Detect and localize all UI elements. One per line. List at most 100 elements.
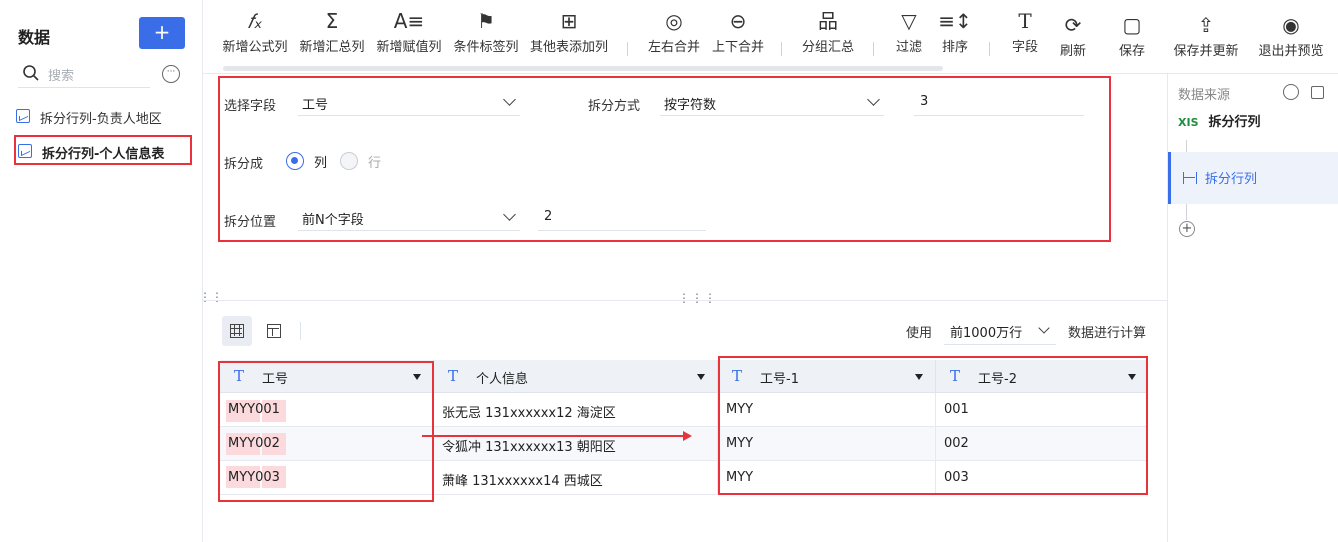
data-source-panel: 数据来源 XIS 拆分行列 拆分行列 + xyxy=(1167,74,1338,542)
position-n-input[interactable]: 2 xyxy=(538,205,706,231)
sidebar-search-input[interactable]: 搜索 xyxy=(18,60,150,88)
add-data-button[interactable]: + xyxy=(139,17,185,49)
select-field-dropdown[interactable]: 工号 xyxy=(298,90,520,116)
hierarchy-icon: 品 xyxy=(818,9,838,33)
split-into-column-radio[interactable] xyxy=(286,152,304,170)
split-into-row-radio[interactable] xyxy=(340,152,358,170)
search-icon xyxy=(23,65,39,81)
merge-lr-icon: ◎ xyxy=(665,9,683,33)
toolbar-divider xyxy=(873,42,874,56)
sidebar-item-label: 拆分行列-负责人地区 xyxy=(40,112,162,127)
split-position-dropdown[interactable]: 前N个字段 xyxy=(298,205,520,231)
sigma-icon: Σ xyxy=(325,9,339,33)
chart-table-icon xyxy=(16,109,30,123)
exit-and-preview-button[interactable]: ◉ 退出并预览 xyxy=(1252,10,1330,70)
step-connector xyxy=(1186,140,1187,152)
arrow-annotation xyxy=(422,431,692,441)
assign-icon: A≡ xyxy=(393,9,425,33)
save-and-update-button[interactable]: ⇪ 保存并更新 xyxy=(1168,10,1244,70)
flag-icon: ⚑ xyxy=(477,9,495,33)
condition-tag-column-button[interactable]: ⚑ 条件标签列 xyxy=(452,6,520,66)
add-formula-column-button[interactable]: 𝑓ₓ 新增公式列 xyxy=(221,6,289,66)
split-config-panel: 选择字段 工号 拆分方式 按字符数 3 拆分成 列 行 拆分位置 前N个字段 2 xyxy=(218,76,1111,242)
grid-icon xyxy=(230,324,244,338)
toolbar-scrollbar[interactable] xyxy=(223,66,943,71)
grid-view-button[interactable] xyxy=(222,316,252,346)
split-method-label: 拆分方式 xyxy=(588,99,641,114)
sidebar-resize-handle[interactable]: ⋮⋮ xyxy=(199,290,223,304)
save-icon: ▢ xyxy=(1122,13,1142,37)
source-column-highlight-box xyxy=(218,361,434,502)
split-into-label: 拆分成 xyxy=(224,157,264,172)
split-icon xyxy=(1183,172,1197,184)
merge-left-right-button[interactable]: ◎ 左右合并 xyxy=(643,6,705,66)
sort-icon: ≡↕ xyxy=(938,9,972,33)
app-root: 数据 + 搜索 ··· 拆分行列-负责人地区 拆分行列-个人信息表 ⋮⋮ 𝑓ₓ … xyxy=(0,0,1338,542)
panel-resize-handle[interactable]: ⋮⋮⋮ xyxy=(678,291,717,305)
sidebar-item-personal-info[interactable]: 拆分行列-个人信息表 xyxy=(14,135,192,165)
source-table[interactable]: XIS 拆分行列 xyxy=(1178,111,1261,130)
chevron-down-icon xyxy=(867,93,880,106)
step-connector xyxy=(1186,204,1187,220)
history-icon[interactable] xyxy=(1283,84,1299,100)
save-button[interactable]: ▢ 保存 xyxy=(1113,10,1151,70)
text-field-icon: T xyxy=(1018,9,1032,33)
split-position-label: 拆分位置 xyxy=(224,215,277,230)
sidebar-title: 数据 xyxy=(18,28,51,47)
save-update-icon: ⇪ xyxy=(1197,13,1215,37)
layout-icon xyxy=(267,324,281,338)
add-summary-column-button[interactable]: Σ 新增汇总列 xyxy=(298,6,366,66)
filter-button[interactable]: ▽ 过滤 xyxy=(889,6,929,66)
radio-row-label: 行 xyxy=(368,156,382,171)
panel-divider xyxy=(203,300,1167,301)
result-columns-highlight-box xyxy=(718,356,1148,495)
excel-icon: XIS xyxy=(1178,116,1199,129)
toolbar-divider xyxy=(989,42,990,56)
chevron-down-icon xyxy=(503,208,516,221)
split-method-dropdown[interactable]: 按字符数 xyxy=(660,90,884,116)
data-sidebar: 数据 + 搜索 ··· 拆分行列-负责人地区 拆分行列-个人信息表 xyxy=(0,0,203,542)
add-assign-column-button[interactable]: A≡ 新增赋值列 xyxy=(375,6,443,66)
chart-table-icon xyxy=(18,144,32,158)
formula-icon: 𝑓ₓ xyxy=(247,9,263,33)
toolbar-divider xyxy=(781,42,782,56)
calc-label: 数据进行计算 xyxy=(1068,326,1147,341)
sidebar-item-responsible-region[interactable]: 拆分行列-负责人地区 xyxy=(14,102,192,130)
field-button[interactable]: T 字段 xyxy=(1005,6,1045,66)
chevron-down-icon xyxy=(503,93,516,106)
text-type-icon: T xyxy=(448,367,459,385)
sort-button[interactable]: ≡↕ 排序 xyxy=(935,6,975,66)
select-field-label: 选择字段 xyxy=(224,99,277,114)
table-add-icon: ⊞ xyxy=(560,9,578,33)
more-options-icon[interactable]: ··· xyxy=(162,65,180,83)
caret-down-icon[interactable] xyxy=(697,374,705,380)
step-split-rows-columns[interactable]: 拆分行列 xyxy=(1168,152,1338,204)
filter-icon: ▽ xyxy=(901,9,917,33)
row-limit-dropdown[interactable]: 前1000万行 xyxy=(944,317,1056,345)
toolbar: 𝑓ₓ 新增公式列 Σ 新增汇总列 A≡ 新增赋值列 ⚑ 条件标签列 ⊞ 其他表添… xyxy=(203,0,1167,74)
group-summary-button[interactable]: 品 分组汇总 xyxy=(797,6,859,66)
add-step-icon[interactable]: + xyxy=(1179,221,1195,237)
sidebar-item-label: 拆分行列-个人信息表 xyxy=(42,147,165,162)
data-source-title: 数据来源 xyxy=(1178,88,1231,103)
page-actions: ⟳ 刷新 ▢ 保存 ⇪ 保存并更新 ◉ 退出并预览 xyxy=(1046,0,1338,74)
column-header-personal-info[interactable]: T 个人信息 xyxy=(434,360,718,393)
table-cell[interactable]: 令狐冲 131xxxxxx13 朝阳区 xyxy=(434,427,718,461)
refresh-icon: ⟳ xyxy=(1064,13,1082,37)
table-cell[interactable]: 萧峰 131xxxxxx14 西城区 xyxy=(434,461,718,495)
view-divider xyxy=(300,322,301,340)
search-placeholder: 搜索 xyxy=(48,69,75,84)
layout-view-button[interactable] xyxy=(259,316,289,346)
merge-top-bottom-button[interactable]: ⊖ 上下合并 xyxy=(707,6,769,66)
switch-icon[interactable] xyxy=(1311,86,1324,99)
char-count-input[interactable]: 3 xyxy=(914,90,1084,116)
eye-icon: ◉ xyxy=(1282,13,1300,37)
radio-column-label: 列 xyxy=(314,156,328,171)
add-column-from-other-table-button[interactable]: ⊞ 其他表添加列 xyxy=(528,6,610,66)
table-cell[interactable]: 张无忌 131xxxxxx12 海淀区 xyxy=(434,393,718,427)
merge-tb-icon: ⊖ xyxy=(729,9,747,33)
toolbar-divider xyxy=(627,42,628,56)
refresh-button[interactable]: ⟳ 刷新 xyxy=(1054,10,1092,70)
chevron-down-icon xyxy=(1038,322,1050,334)
use-label: 使用 xyxy=(906,326,933,341)
